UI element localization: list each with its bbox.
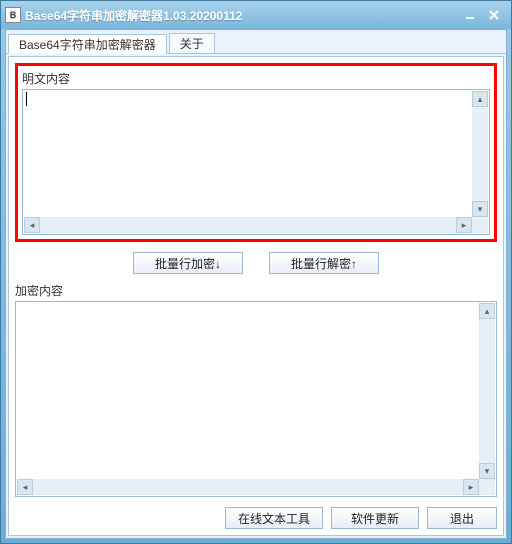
minimize-button[interactable]	[459, 6, 481, 24]
exit-button[interactable]: 退出	[427, 507, 497, 529]
exit-label: 退出	[450, 510, 474, 527]
scroll-right-icon[interactable]: ▸	[456, 217, 472, 233]
action-row: 批量行加密↓ 批量行解密↑	[15, 252, 497, 274]
close-icon	[489, 10, 499, 20]
decrypt-button[interactable]: 批量行解密↑	[269, 252, 379, 274]
cipher-scroll-corner	[479, 479, 495, 495]
cipher-section: 加密内容 ▴ ▾ ◂ ▸	[15, 282, 497, 497]
decrypt-button-label: 批量行解密↑	[291, 255, 357, 272]
plain-highlight-frame: 明文内容 ▴ ▾ ◂ ▸	[15, 63, 497, 242]
text-caret	[26, 92, 27, 106]
window-title: Base64字符串加密解密器1.03.20200112	[25, 7, 242, 24]
cipher-textbox-wrap: ▴ ▾ ◂ ▸	[15, 301, 497, 497]
close-button[interactable]	[483, 6, 505, 24]
tabbar: Base64字符串加密解密器 关于	[6, 30, 506, 54]
online-tools-label: 在线文本工具	[238, 510, 310, 527]
scroll-right-icon[interactable]: ▸	[463, 479, 479, 495]
titlebar[interactable]: B Base64字符串加密解密器1.03.20200112	[1, 1, 511, 29]
scroll-up-icon[interactable]: ▴	[479, 303, 495, 319]
minimize-icon	[465, 10, 475, 20]
plain-scroll-h[interactable]: ◂ ▸	[24, 217, 472, 233]
scroll-down-icon[interactable]: ▾	[472, 201, 488, 217]
tab-main[interactable]: Base64字符串加密解密器	[8, 34, 167, 54]
plain-input[interactable]	[23, 90, 489, 234]
encrypt-button-label: 批量行加密↓	[155, 255, 221, 272]
app-icon: B	[5, 7, 21, 23]
cipher-input[interactable]	[16, 302, 496, 496]
update-label: 软件更新	[351, 510, 399, 527]
plain-label: 明文内容	[22, 70, 490, 87]
cipher-scroll-h[interactable]: ◂ ▸	[17, 479, 479, 495]
tab-main-label: Base64字符串加密解密器	[19, 36, 156, 53]
tab-page-main: 明文内容 ▴ ▾ ◂ ▸ 批量行加密↓ 批量行解密↑	[8, 56, 504, 536]
plain-textbox-wrap: ▴ ▾ ◂ ▸	[22, 89, 490, 235]
cipher-label: 加密内容	[15, 282, 497, 299]
tab-about-label: 关于	[180, 35, 204, 52]
client-area: Base64字符串加密解密器 关于 明文内容 ▴ ▾ ◂ ▸	[5, 29, 507, 539]
scroll-left-icon[interactable]: ◂	[24, 217, 40, 233]
app-window: B Base64字符串加密解密器1.03.20200112 Base64字符串加…	[0, 0, 512, 544]
scroll-left-icon[interactable]: ◂	[17, 479, 33, 495]
plain-scroll-v[interactable]: ▴ ▾	[472, 91, 488, 217]
footer-row: 在线文本工具 软件更新 退出	[15, 507, 497, 529]
online-tools-button[interactable]: 在线文本工具	[225, 507, 323, 529]
cipher-scroll-v[interactable]: ▴ ▾	[479, 303, 495, 479]
scroll-down-icon[interactable]: ▾	[479, 463, 495, 479]
update-button[interactable]: 软件更新	[331, 507, 419, 529]
plain-scroll-corner	[472, 217, 488, 233]
encrypt-button[interactable]: 批量行加密↓	[133, 252, 243, 274]
scroll-up-icon[interactable]: ▴	[472, 91, 488, 107]
tab-about[interactable]: 关于	[169, 33, 215, 53]
